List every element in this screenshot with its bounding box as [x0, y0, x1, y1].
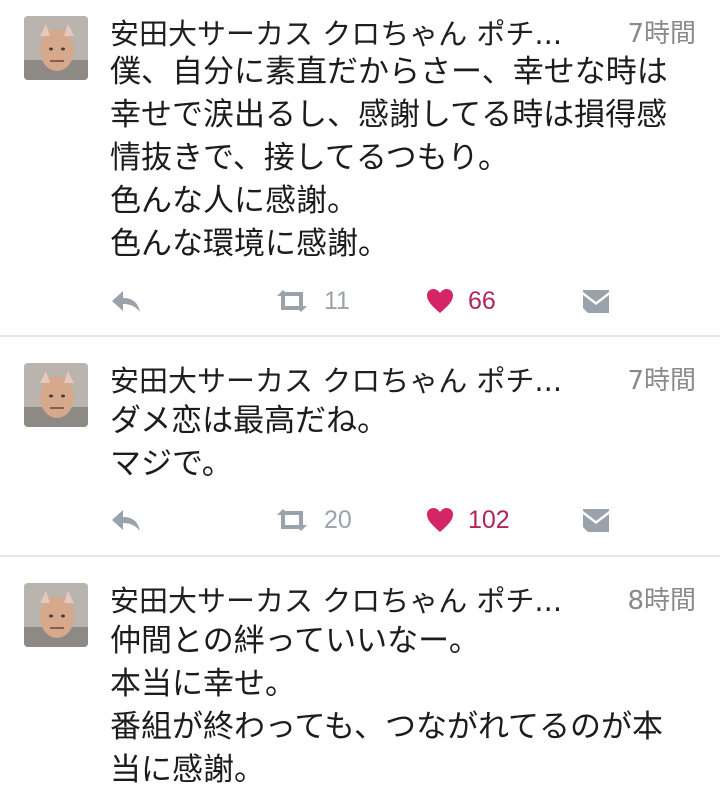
- retweet-count: 11: [324, 286, 350, 315]
- direct-message-icon: [583, 290, 609, 313]
- like-button[interactable]: 66: [426, 281, 496, 321]
- tweet-text-line: マジで。: [110, 446, 233, 482]
- tweet-timestamp[interactable]: 7時間: [627, 361, 696, 401]
- avatar[interactable]: [24, 363, 88, 427]
- tweet-timestamp[interactable]: 8時間: [627, 581, 696, 621]
- author-name[interactable]: 安田大サーカス クロちゃん ポチ...: [110, 361, 590, 401]
- tweet-actions: 11 66: [110, 281, 620, 321]
- retweet-icon: [277, 290, 307, 312]
- reply-button[interactable]: [110, 500, 142, 540]
- heart-icon: [427, 289, 453, 313]
- avatar[interactable]: [24, 583, 88, 647]
- tweet-text-line: ダメ恋は最高だね。: [110, 403, 389, 439]
- tweet-text-line: 仲間との絆っていいなー。: [110, 623, 480, 659]
- author-name[interactable]: 安田大サーカス クロちゃん ポチ...: [110, 581, 590, 621]
- reply-icon: [112, 510, 140, 531]
- tweet[interactable]: 安田大サーカス クロちゃん ポチ... 7時間 ダメ恋は最高だね。 マジで。 2…: [0, 337, 720, 557]
- reply-icon: [112, 291, 140, 312]
- tweet-actions: 20 102: [110, 500, 620, 540]
- avatar-image: [24, 363, 88, 427]
- tweet-text: ダメ恋は最高だね。 マジで。: [110, 400, 700, 486]
- tweet-text-line: 情抜きで、接してるつもり。: [110, 140, 509, 176]
- tweet-text-line: 色んな人に感謝。: [110, 183, 358, 219]
- avatar[interactable]: [24, 16, 88, 80]
- tweet-text-line: 色んな環境に感謝。: [110, 226, 389, 262]
- tweet-text-line: 本当に幸せ。: [110, 666, 296, 702]
- heart-icon: [427, 508, 453, 532]
- direct-message-button[interactable]: [582, 500, 610, 540]
- like-button[interactable]: 102: [426, 500, 510, 540]
- direct-message-icon: [583, 509, 609, 532]
- tweet-text-line: 僕、自分に素直だからさー、幸せな時は: [110, 54, 668, 90]
- like-count: 102: [468, 505, 510, 534]
- tweet[interactable]: 安田大サーカス クロちゃん ポチ... 7時間 僕、自分に素直だからさー、幸せな…: [0, 0, 720, 337]
- tweet-text-line: 幸せで涙出るし、感謝してる時は損得感: [110, 97, 668, 133]
- tweet-text: 僕、自分に素直だからさー、幸せな時は 幸せで涙出るし、感謝してる時は損得感 情抜…: [110, 51, 700, 266]
- like-count: 66: [468, 286, 496, 315]
- retweet-button[interactable]: 11: [274, 281, 350, 321]
- retweet-icon: [277, 509, 307, 531]
- reply-button[interactable]: [110, 281, 142, 321]
- retweet-button[interactable]: 20: [274, 500, 352, 540]
- avatar-image: [24, 583, 88, 647]
- retweet-count: 20: [324, 505, 352, 534]
- author-name[interactable]: 安田大サーカス クロちゃん ポチ...: [110, 14, 590, 54]
- tweet-timestamp[interactable]: 7時間: [627, 14, 696, 54]
- tweet[interactable]: 安田大サーカス クロちゃん ポチ... 8時間 仲間との絆っていいなー。 本当に…: [0, 557, 720, 797]
- tweet-text: 仲間との絆っていいなー。 本当に幸せ。 番組が終わっても、つながれてるのが本 当…: [110, 620, 700, 792]
- tweet-text-line: 当に感謝。: [110, 752, 265, 788]
- avatar-image: [24, 16, 88, 80]
- tweet-text-line: 番組が終わっても、つながれてるのが本: [110, 709, 664, 745]
- direct-message-button[interactable]: [582, 281, 610, 321]
